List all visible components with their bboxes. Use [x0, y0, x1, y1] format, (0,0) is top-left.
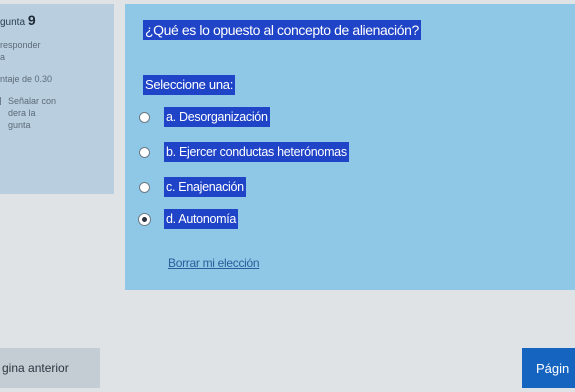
option-b[interactable]: b. Ejercer conductas heterónomas: [139, 141, 349, 163]
option-a-label[interactable]: a. Desorganización: [164, 107, 270, 127]
option-b-label[interactable]: b. Ejercer conductas heterónomas: [164, 142, 349, 162]
question-text: ¿Qué es lo opuesto al concepto de aliena…: [143, 20, 421, 40]
option-b-radio[interactable]: [139, 146, 150, 158]
previous-page-button[interactable]: gina anterior: [0, 348, 100, 388]
question-number: gunta 9: [0, 12, 114, 29]
next-page-button[interactable]: Págin: [522, 348, 575, 388]
status-extra: a: [0, 52, 6, 62]
answer-prompt-label: Seleccione una:: [143, 75, 236, 95]
flag-label-1: Señalar con: [8, 96, 57, 106]
question-info-panel: gunta 9 responder a ntaje de 0.30 Señala…: [0, 4, 114, 194]
option-d-label[interactable]: d. Autonomía: [164, 209, 239, 229]
question-number-value: 9: [27, 12, 36, 28]
option-d[interactable]: d. Autonomía: [139, 208, 239, 230]
clear-choice-link[interactable]: Borrar mi elección: [168, 256, 260, 270]
question-status: responder a: [0, 39, 114, 63]
option-c[interactable]: c. Enajenación: [139, 176, 246, 198]
flag-icon: [0, 97, 6, 105]
option-c-radio[interactable]: [139, 181, 150, 193]
question-text-label: ¿Qué es lo opuesto al concepto de aliena…: [143, 20, 421, 40]
flag-question-link[interactable]: Señalar con dera la gunta: [0, 95, 114, 131]
flag-label-2: dera la: [8, 108, 36, 118]
question-content: ¿Qué es lo opuesto al concepto de aliena…: [125, 4, 575, 290]
question-score: ntaje de 0.30: [0, 74, 53, 84]
question-prefix: gunta: [0, 17, 26, 28]
option-a-radio[interactable]: [139, 111, 150, 123]
option-d-radio[interactable]: [139, 213, 150, 225]
flag-label-3: gunta: [8, 120, 31, 130]
option-a[interactable]: a. Desorganización: [139, 106, 270, 128]
status-text: responder: [0, 40, 41, 50]
option-c-label[interactable]: c. Enajenación: [164, 177, 246, 197]
answer-prompt: Seleccione una:: [143, 75, 236, 95]
